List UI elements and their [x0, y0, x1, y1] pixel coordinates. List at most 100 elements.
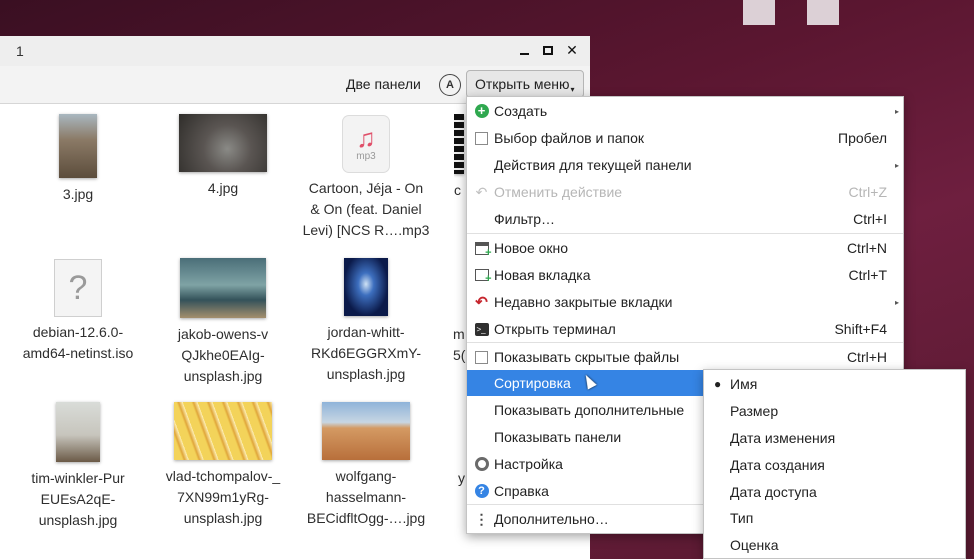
- menu-item-new-window[interactable]: Новое окно Ctrl+N: [467, 235, 903, 261]
- file-item[interactable]: ? debian-12.6.0- amd64-netinst.iso: [8, 260, 148, 364]
- file-name: jordan-whitt-: [327, 324, 405, 340]
- open-menu-button[interactable]: Открыть меню ▾: [466, 70, 584, 98]
- new-window-icon: [474, 241, 492, 259]
- sort-option-label: Дата доступа: [730, 484, 817, 500]
- file-item[interactable]: jordan-whitt- RKd6EGGRXmY- unsplash.jpg: [296, 258, 436, 385]
- music-note-icon: ♫: [356, 123, 376, 153]
- menu-item-undo[interactable]: ↶ Отменить действие Ctrl+Z: [467, 179, 903, 205]
- sort-option-label: Размер: [730, 403, 779, 419]
- desktop-decoration: [807, 0, 839, 25]
- file-name: 7XN99m1yRg-: [177, 489, 269, 505]
- file-name: 5(: [453, 347, 466, 363]
- desktop-decoration: [743, 0, 775, 25]
- menu-item-shortcut: Ctrl+Z: [848, 184, 888, 200]
- menu-separator: [467, 342, 903, 343]
- menu-item-shortcut: Ctrl+N: [846, 240, 887, 256]
- menu-item-create[interactable]: + Создать ▸: [467, 98, 903, 124]
- menu-item-shortcut: Пробел: [838, 130, 887, 146]
- menu-item-shortcut: Ctrl+H: [846, 349, 887, 365]
- menu-item-shortcut: Ctrl+I: [853, 211, 887, 227]
- file-name: tim-winkler-Pur: [31, 470, 125, 486]
- title-bar: 1 ✕: [0, 36, 590, 66]
- file-item[interactable]: jakob-owens-v QJkhe0EAIg- unsplash.jpg: [153, 258, 293, 387]
- terminal-icon: >_: [474, 322, 489, 336]
- more-icon: ⋮: [474, 510, 489, 527]
- image-thumbnail: [180, 258, 266, 318]
- file-name: wolfgang-: [335, 468, 397, 484]
- maximize-icon[interactable]: [540, 41, 556, 59]
- file-name: 3.jpg: [62, 186, 94, 202]
- file-item[interactable]: ♫ mp3 Cartoon, Jéja - On & On (feat. Dan…: [296, 116, 436, 241]
- checkbox-icon[interactable]: [475, 350, 488, 364]
- sort-option-label: Дата создания: [730, 457, 825, 473]
- menu-item-shortcut: Ctrl+T: [848, 267, 888, 283]
- file-name: & On (feat. Daniel: [310, 201, 422, 217]
- file-name: Cartoon, Jéja - On: [308, 180, 424, 196]
- file-item[interactable]: wolfgang- hasselmann- BECidfltOgg-….jpg: [296, 402, 436, 529]
- video-thumbnail: [454, 114, 464, 174]
- file-name: unsplash.jpg: [183, 510, 263, 526]
- menu-item-label: Дополнительно…: [494, 511, 609, 527]
- menu-item-label: Действия для текущей панели: [494, 157, 692, 173]
- menu-item-label: Фильтр…: [494, 211, 556, 227]
- menu-item-select-files[interactable]: Выбор файлов и папок Пробел: [467, 125, 903, 151]
- sort-option-size[interactable]: Размер: [704, 398, 965, 424]
- window-controls: ✕: [516, 41, 580, 59]
- sort-option-created[interactable]: Дата создания: [704, 452, 965, 478]
- menu-item-label: Показывать скрытые файлы: [494, 349, 680, 365]
- file-item[interactable]: tim-winkler-Pur EUEsA2qE- unsplash.jpg: [8, 402, 148, 531]
- sort-option-type[interactable]: Тип: [704, 505, 965, 531]
- file-name: unsplash.jpg: [183, 368, 263, 384]
- menu-item-show-hidden[interactable]: Показывать скрытые файлы Ctrl+H: [467, 344, 903, 370]
- menu-item-shortcut: Shift+F4: [834, 321, 887, 337]
- image-thumbnail: [56, 402, 100, 462]
- checkbox-icon[interactable]: [475, 131, 488, 145]
- file-name: jakob-owens-v: [177, 326, 269, 342]
- gear-icon: [474, 457, 489, 471]
- image-thumbnail: [322, 402, 410, 460]
- file-item[interactable]: 3.jpg: [8, 114, 148, 205]
- submenu-arrow-icon: ▸: [894, 160, 899, 170]
- submenu-arrow-icon: ▸: [894, 106, 899, 116]
- image-thumbnail: [174, 402, 272, 460]
- sort-option-modified[interactable]: Дата изменения: [704, 425, 965, 451]
- file-item[interactable]: m 5(: [453, 324, 467, 366]
- file-name: Levi) [NCS R….mp3: [302, 222, 430, 238]
- search-icon[interactable]: A: [439, 74, 461, 96]
- file-name: BECidfltOgg-….jpg: [306, 510, 426, 526]
- unknown-file-icon: ?: [55, 260, 101, 316]
- file-name: amd64-netinst.iso: [22, 345, 134, 361]
- file-name: QJkhe0EAIg-: [181, 347, 265, 363]
- menu-item-label: Отменить действие: [494, 184, 623, 200]
- sort-option-name[interactable]: ● Имя: [704, 371, 965, 397]
- sort-option-label: Тип: [730, 510, 754, 526]
- menu-item-open-terminal[interactable]: >_ Открыть терминал Shift+F4: [467, 316, 903, 342]
- sort-option-rating[interactable]: Оценка: [704, 532, 965, 558]
- audio-file-icon: ♫ mp3: [343, 116, 389, 172]
- image-thumbnail: [179, 114, 267, 172]
- sort-option-accessed[interactable]: Дата доступа: [704, 479, 965, 505]
- image-thumbnail: [344, 258, 388, 316]
- help-icon: ?: [474, 484, 489, 498]
- sort-option-label: Дата изменения: [730, 430, 836, 446]
- menu-item-label: Настройка: [494, 456, 563, 472]
- menu-item-label: Создать: [494, 103, 548, 119]
- selected-bullet-icon: ●: [714, 377, 722, 391]
- close-icon[interactable]: ✕: [564, 41, 580, 59]
- file-item[interactable]: vlad-tchompalov-_ 7XN99m1yRg- unsplash.j…: [153, 402, 293, 529]
- menu-item-panel-actions[interactable]: Действия для текущей панели ▸: [467, 152, 903, 178]
- file-name: EUEsA2qE-: [40, 491, 116, 507]
- menu-item-new-tab[interactable]: Новая вкладка Ctrl+T: [467, 262, 903, 288]
- menu-item-filter[interactable]: Фильтр… Ctrl+I: [467, 206, 903, 232]
- image-thumbnail: [59, 114, 97, 178]
- file-name: unsplash.jpg: [326, 366, 406, 382]
- file-item[interactable]: 4.jpg: [153, 114, 293, 199]
- file-name: vlad-tchompalov-_: [165, 468, 281, 484]
- open-menu-label: Открыть меню: [475, 76, 570, 92]
- file-name: unsplash.jpg: [38, 512, 118, 528]
- menu-item-label: Выбор файлов и папок: [494, 130, 645, 146]
- two-panels-button[interactable]: Две панели: [346, 76, 421, 92]
- menu-separator: [467, 233, 903, 234]
- minimize-icon[interactable]: [516, 41, 532, 59]
- menu-item-recent-tabs[interactable]: ↶ Недавно закрытые вкладки ▸: [467, 289, 903, 315]
